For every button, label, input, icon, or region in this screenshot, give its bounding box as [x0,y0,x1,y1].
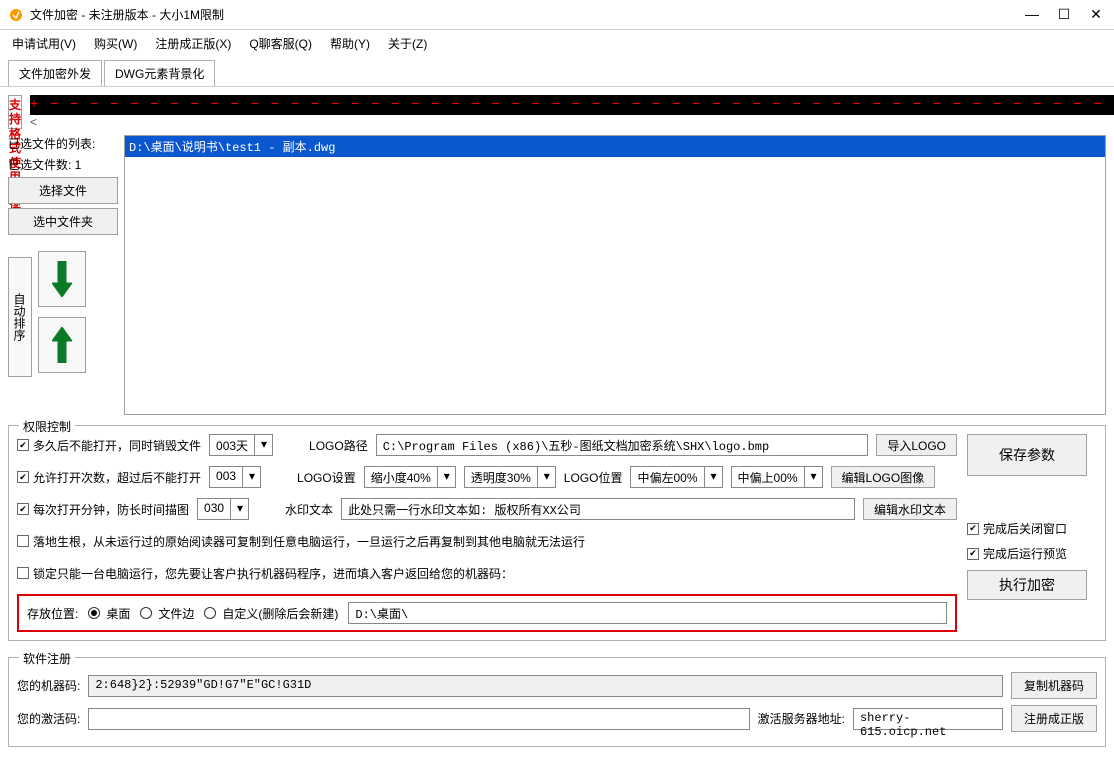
cb-close-after[interactable]: 完成后关闭窗口 [967,520,1097,537]
combo-mins[interactable]: 030▾ [197,498,249,520]
file-listbox[interactable]: D:\桌面\说明书\test1 - 副本.dwg [124,135,1106,415]
edit-watermark-button[interactable]: 编辑水印文本 [863,498,957,520]
watermark-label: 水印文本 [285,501,333,518]
combo-days[interactable]: 003天▾ [209,434,273,456]
machine-code-label: 您的机器码: [17,677,80,694]
cb-count[interactable]: 允许打开次数，超过后不能打开 [17,469,201,486]
support-format-button[interactable]: 支持格式 使用必读 [8,95,22,129]
chevron-down-icon[interactable]: ▾ [437,467,455,487]
combo-scale[interactable]: 缩小度40%▾ [364,466,456,488]
maximize-button[interactable]: ☐ [1054,6,1074,23]
combo-alpha[interactable]: 透明度30%▾ [464,466,556,488]
file-item[interactable]: D:\桌面\说明书\test1 - 副本.dwg [125,136,1105,157]
activation-code-input[interactable] [88,708,749,730]
tab-dwg-bg[interactable]: DWG元素背景化 [104,60,215,86]
machine-code-input[interactable]: 2:648}2}:52939"GD!G7"E"GC!G31D [88,675,1003,697]
savepos-label: 存放位置: [27,605,78,622]
cb-lock[interactable]: 锁定只能一台电脑运行，您先要让客户执行机器码程序，进而填入客户返回给您的机器码： [17,565,513,582]
window-title: 文件加密 - 未注册版本 - 大小1M限制 [30,6,1022,23]
menu-buy[interactable]: 购买(W) [94,35,137,52]
select-folder-button[interactable]: 选中文件夹 [8,208,118,235]
radio-fileside[interactable]: 文件边 [140,605,194,622]
cb-days[interactable]: 多久后不能打开，同时销毁文件 [17,437,201,454]
radio-custom[interactable]: 自定义(删除后会新建) [204,605,338,622]
auto-sort-button[interactable]: 自动排序 [8,257,32,377]
move-down-button[interactable] [38,251,86,307]
tab-encrypt[interactable]: 文件加密外发 [8,60,102,86]
tabs: 文件加密外发 DWG元素背景化 [0,56,1114,87]
chevron-down-icon[interactable]: ▾ [804,467,822,487]
marquee-strip: + − − − − − − − − − − − − − − − − − − − … [30,95,1114,129]
activation-server-label: 激活服务器地址: [758,710,845,727]
cb-root[interactable]: 落地生根，从未运行过的原始阅读器可复制到任意电脑运行，一旦运行之后再复制到其他电… [17,533,585,550]
app-icon [8,7,24,23]
chevron-down-icon[interactable]: ▾ [704,467,722,487]
move-up-button[interactable] [38,317,86,373]
register-full-button[interactable]: 注册成正版 [1011,705,1097,732]
menu-register[interactable]: 注册成正版(X) [155,35,231,52]
chevron-down-icon[interactable]: ▾ [230,499,248,519]
logo-set-label: LOGO设置 [297,469,356,486]
logo-path-input[interactable]: C:\Program Files (x86)\五秒-图纸文档加密系统\SHX\l… [376,434,869,456]
cb-preview-after[interactable]: 完成后运行预览 [967,545,1097,562]
activation-code-label: 您的激活码: [17,710,80,727]
menu-about[interactable]: 关于(Z) [388,35,427,52]
reg-legend: 软件注册 [19,650,75,667]
cb-mins[interactable]: 每次打开分钟，防长时间描图 [17,501,189,518]
menu-bar: 申请试用(V) 购买(W) 注册成正版(X) Q聊客服(Q) 帮助(Y) 关于(… [0,30,1114,56]
menu-trial[interactable]: 申请试用(V) [12,35,76,52]
savepos-path-input[interactable]: D:\桌面\ [348,602,947,624]
combo-pos-top[interactable]: 中偏上00%▾ [731,466,823,488]
import-logo-button[interactable]: 导入LOGO [876,434,957,456]
minimize-button[interactable]: — [1022,6,1042,23]
combo-pos-left[interactable]: 中偏左00%▾ [630,466,722,488]
chevron-down-icon[interactable]: ▾ [242,467,260,487]
activation-server-input[interactable]: sherry-615.oicp.net [853,708,1003,730]
menu-qchat[interactable]: Q聊客服(Q) [249,35,312,52]
chevron-down-icon[interactable]: ▾ [254,435,272,455]
radio-desktop[interactable]: 桌面 [88,605,130,622]
logo-path-label: LOGO路径 [309,437,368,454]
save-location-box: 存放位置: 桌面 文件边 自定义(删除后会新建) D:\桌面\ [17,594,957,632]
logo-pos-label: LOGO位置 [564,469,623,486]
scroll-left-icon[interactable]: < [30,115,37,129]
chevron-down-icon[interactable]: ▾ [537,467,555,487]
edit-logo-button[interactable]: 编辑LOGO图像 [831,466,936,488]
watermark-input[interactable]: 此处只需一行水印文本如: 版权所有XX公司 [341,498,855,520]
perm-legend: 权限控制 [19,418,75,435]
select-files-button[interactable]: 选择文件 [8,177,118,204]
execute-encrypt-button[interactable]: 执行加密 [967,570,1087,600]
menu-help[interactable]: 帮助(Y) [330,35,370,52]
copy-machine-code-button[interactable]: 复制机器码 [1011,672,1097,699]
file-count-label: 已选文件数: 1 [8,156,118,173]
file-list-label: 已选文件的列表: [8,135,118,152]
save-params-button[interactable]: 保存参数 [967,434,1087,476]
combo-count[interactable]: 003▾ [209,466,261,488]
close-button[interactable]: ✕ [1086,6,1106,23]
title-bar: 文件加密 - 未注册版本 - 大小1M限制 — ☐ ✕ [0,0,1114,30]
